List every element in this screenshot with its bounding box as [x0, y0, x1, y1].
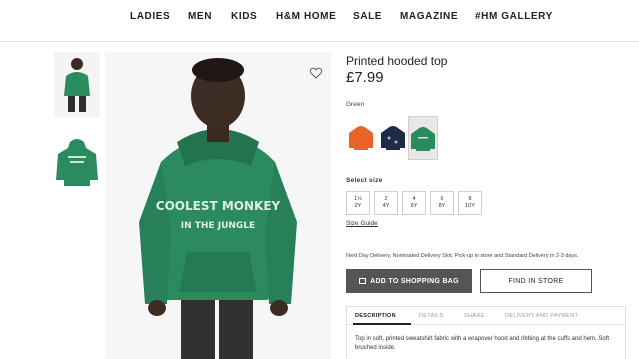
- size-guide-link[interactable]: Size Guide: [346, 220, 378, 227]
- find-in-store-button[interactable]: FIND IN STORE: [480, 269, 592, 293]
- nav-item-magazine[interactable]: MAGAZINE: [400, 11, 458, 22]
- product-info-tabs: DESCRIPTION DETAILS SHARE DELIVERY AND P…: [346, 306, 626, 359]
- delivery-info: Next Day Delivery, Nominated Delivery Sl…: [346, 253, 579, 259]
- nav-item-sale[interactable]: SALE: [353, 11, 382, 22]
- size-age: 2: [384, 196, 388, 202]
- add-to-bag-label: ADD TO SHOPPING BAG: [370, 277, 459, 285]
- hoodie-print-line-2: IN THE JUNGLE: [181, 221, 255, 231]
- size-years: 6Y: [410, 203, 418, 209]
- top-navigation: LADIES MEN KIDS H&M HOME SALE MAGAZINE #…: [0, 0, 639, 42]
- nav-item-hm-home[interactable]: H&M HOME: [276, 11, 336, 22]
- nav-item-men[interactable]: MEN: [188, 11, 212, 22]
- tab-description[interactable]: DESCRIPTION: [355, 313, 396, 319]
- shopping-bag-icon: [359, 277, 367, 284]
- nav-item-kids[interactable]: KIDS: [231, 11, 257, 22]
- size-age: 4: [412, 196, 416, 202]
- product-price: £7.99: [346, 69, 384, 86]
- size-years: 2Y: [354, 203, 362, 209]
- size-age: 6: [440, 196, 444, 202]
- tab-delivery-payment[interactable]: DELIVERY AND PAYMENT: [505, 313, 578, 319]
- color-swatch-navy[interactable]: [378, 116, 408, 160]
- product-description: Top in soft, printed sweatshirt fabric w…: [355, 336, 610, 351]
- size-option-4y[interactable]: 2 4Y: [374, 191, 398, 215]
- hoodie-print-line-1: COOLEST MONKEY: [156, 199, 281, 213]
- size-age: 1½: [354, 196, 362, 202]
- tab-bar: DESCRIPTION DETAILS SHARE DELIVERY AND P…: [347, 307, 625, 325]
- product-main-image: COOLEST MONKEY IN THE JUNGLE: [105, 52, 331, 359]
- favorite-heart-icon[interactable]: [309, 66, 323, 80]
- tab-share[interactable]: SHARE: [464, 313, 484, 319]
- size-option-2y[interactable]: 1½ 2Y: [346, 191, 370, 215]
- active-tab-underline: [353, 323, 411, 325]
- thumbnail-model[interactable]: [54, 52, 100, 118]
- size-option-6y[interactable]: 4 6Y: [402, 191, 426, 215]
- tab-details[interactable]: DETAILS: [419, 313, 444, 319]
- select-size-label: Select size: [346, 177, 383, 184]
- size-years: 10Y: [465, 203, 475, 209]
- add-to-bag-button[interactable]: ADD TO SHOPPING BAG: [346, 269, 472, 293]
- size-option-8y[interactable]: 6 8Y: [430, 191, 454, 215]
- nav-item-ladies[interactable]: LADIES: [130, 11, 170, 22]
- color-label: Green: [346, 101, 365, 108]
- color-swatch-orange[interactable]: [346, 116, 376, 160]
- thumbnail-flatlay[interactable]: [54, 134, 100, 200]
- size-age: 8: [468, 196, 472, 202]
- size-years: 8Y: [438, 203, 446, 209]
- size-years: 4Y: [382, 203, 390, 209]
- size-option-10y[interactable]: 8 10Y: [458, 191, 482, 215]
- product-title: Printed hooded top: [346, 54, 448, 68]
- nav-item-hm-gallery[interactable]: #HM GALLERY: [475, 11, 553, 22]
- color-swatch-green[interactable]: [408, 116, 438, 160]
